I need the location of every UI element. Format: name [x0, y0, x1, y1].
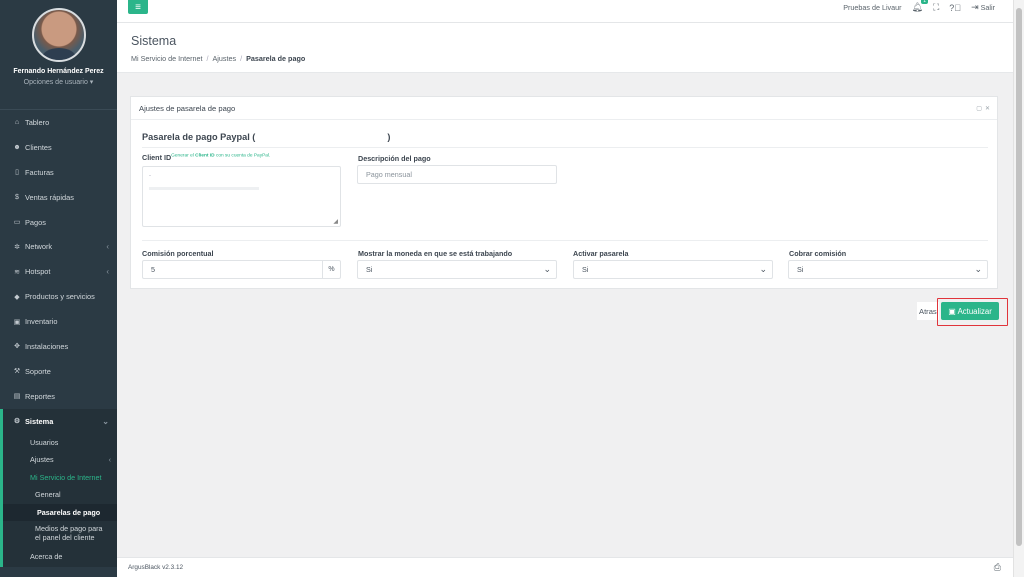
scroll-thumb[interactable]: [1016, 8, 1022, 546]
panel-title: Ajustes de pasarela de pago: [139, 103, 236, 113]
chevron-down-icon: ⌄: [102, 416, 109, 426]
sidebar-sub-acerca[interactable]: Acerca de: [3, 545, 117, 567]
comision-label: Comisión porcentual: [142, 249, 214, 258]
update-button[interactable]: ▣ Actualizar: [941, 302, 999, 320]
bell-icon[interactable]: 🔔︎ 1: [912, 0, 928, 13]
users-icon: ☻: [13, 143, 21, 151]
activar-select[interactable]: Si ⌄: [573, 260, 773, 279]
tag-icon: ◆: [14, 293, 20, 301]
sidebar-nav: ⌂ Tablero ☻ Clientes ▯ Facturas $ Ventas ráp…: [0, 110, 117, 434]
sidebar-item-ventas-rapidas[interactable]: $ Ventas rápidas: [0, 185, 117, 210]
divider: [142, 240, 988, 241]
percent-addon: %: [322, 261, 340, 278]
sidebar-item-hotspot[interactable]: ≋ Hotspot ‹: [0, 259, 117, 284]
scrollbar[interactable]: [1013, 0, 1024, 577]
version-label: ArgusBlack v2.3.12: [128, 564, 184, 571]
descripcion-input[interactable]: Pago mensual: [357, 165, 557, 184]
breadcrumb-current: Pasarela de pago: [246, 54, 306, 63]
breadcrumb: Mi Servicio de Internet / Ajustes / Pasarela…: [131, 54, 306, 63]
top-right-actions: Pruebas de Livaur 🔔︎ 1 ⛶ ?⃝ ⇥ Salir: [843, 0, 995, 15]
moneda-label: Mostrar la moneda en que se está trabaja…: [358, 249, 513, 258]
sidebar-item-soporte[interactable]: ⚒ Soporte: [0, 359, 117, 384]
sidebar-item-reportes[interactable]: ▤ Reportes: [0, 384, 117, 409]
network-icon: ✲: [14, 243, 20, 251]
sidebar-item-sistema[interactable]: ⚙ Sistema ⌄: [0, 408, 117, 434]
breadcrumb-item[interactable]: Ajustes: [213, 54, 237, 63]
sidebar-sub-usuarios[interactable]: Usuarios: [3, 434, 117, 452]
chevron-down-icon: ⌄: [543, 264, 551, 274]
client-id-hint[interactable]: Generar el Client ID con su cuenta de Pa…: [171, 154, 270, 159]
save-icon: ▣: [948, 306, 956, 316]
panel-tools: ▢ ✕: [976, 105, 990, 112]
footer: ArgusBlack v2.3.12 ⎙: [117, 557, 1013, 577]
cobrar-select[interactable]: Si ⌄: [788, 260, 988, 279]
sidebar-item-tablero[interactable]: ⌂ Tablero: [0, 110, 117, 135]
comision-input[interactable]: 5%: [142, 260, 341, 279]
chevron-left-icon: ‹: [106, 267, 109, 277]
client-id-textarea[interactable]: - ◢: [142, 166, 341, 227]
sidebar-item-clientes[interactable]: ☻ Clientes: [0, 135, 117, 160]
sidebar-item-instalaciones[interactable]: ✥ Instalaciones: [0, 334, 117, 359]
company-name[interactable]: Pruebas de Livaur: [843, 3, 901, 12]
descripcion-label: Descripción del pago: [358, 154, 431, 163]
moneda-select[interactable]: Si ⌄: [357, 260, 557, 279]
cobrar-label: Cobrar comisión: [789, 249, 847, 258]
collapse-icon[interactable]: ▢: [976, 105, 982, 112]
tools-icon: ✥: [14, 343, 20, 351]
sistema-submenu: Usuarios Ajustes ‹ Mi Servicio de Interne…: [0, 433, 117, 568]
wrench-icon: ⚒: [13, 368, 21, 376]
sidebar-sub-general[interactable]: General: [3, 486, 117, 504]
chevron-left-icon: ‹: [108, 455, 111, 465]
chevron-down-icon: ⌄: [974, 264, 982, 274]
wifi-icon: ≋: [14, 268, 20, 276]
back-button[interactable]: Atras: [917, 302, 939, 320]
report-icon: ▤: [13, 393, 21, 401]
hamburger-icon: ≡: [135, 1, 141, 13]
resize-handle-icon[interactable]: ◢: [333, 218, 338, 225]
avatar[interactable]: [31, 8, 86, 62]
user-name: Fernando Hernández Perez: [13, 68, 104, 75]
logout-icon: ⇥: [971, 2, 979, 12]
close-icon[interactable]: ✕: [985, 105, 990, 112]
logout-link[interactable]: ⇥ Salir: [971, 2, 995, 13]
page-header: Sistema Mi Servicio de Internet / Ajustes /…: [117, 23, 1013, 73]
cogs-icon: ⚙: [13, 418, 21, 426]
sidebar: Fernando Hernández Perez Opciones de usu…: [0, 0, 117, 577]
divider: [142, 147, 988, 148]
breadcrumb-item[interactable]: Mi Servicio de Internet: [131, 54, 203, 63]
panel-header: Ajustes de pasarela de pago ▢ ✕: [131, 97, 997, 120]
sidebar-item-pagos[interactable]: ▭ Pagos: [0, 210, 117, 235]
sidebar-item-network[interactable]: ✲ Network ‹: [0, 234, 117, 259]
page-title: Sistema: [131, 34, 177, 48]
dashboard-icon: ⌂: [14, 118, 20, 126]
printer-icon[interactable]: ⎙: [994, 562, 1001, 573]
sidebar-item-inventario[interactable]: ▣ Inventario: [0, 309, 117, 334]
chevron-left-icon: ‹: [106, 242, 109, 252]
sidebar-sub-pasarelas[interactable]: Pasarelas de pago: [0, 503, 117, 522]
file-icon: ▯: [15, 169, 19, 177]
sidebar-item-productos[interactable]: ◆ Productos y servicios: [0, 284, 117, 309]
notification-badge: 1: [921, 0, 928, 4]
section-title: Pasarela de pago Paypal (): [142, 132, 391, 142]
fullscreen-icon[interactable]: ⛶: [933, 2, 939, 13]
sidebar-item-facturas[interactable]: ▯ Facturas: [0, 160, 117, 185]
activar-label: Activar pasarela: [573, 249, 629, 258]
chevron-down-icon: ⌄: [759, 264, 767, 274]
sidebar-sub-mi-servicio[interactable]: Mi Servicio de Internet: [3, 469, 117, 487]
cubes-icon: ▣: [13, 318, 21, 326]
top-bar: ≡ Pruebas de Livaur 🔔︎ 1 ⛶ ?⃝ ⇥ Salir: [117, 0, 1013, 23]
sidebar-sub-medios-pago[interactable]: Medios de pago para el panel del cliente: [3, 521, 117, 545]
client-id-label: Client IDGenerar el Client ID con su cue…: [142, 153, 271, 162]
dollar-icon: $: [15, 193, 19, 201]
payment-gateway-panel: Ajustes de pasarela de pago ▢ ✕ Pasarela…: [130, 96, 998, 289]
user-profile: Fernando Hernández Perez Opciones de usu…: [0, 0, 117, 110]
user-options-dropdown[interactable]: Opciones de usuario ▾: [24, 78, 94, 86]
menu-toggle-button[interactable]: ≡: [128, 0, 148, 14]
sidebar-sub-ajustes[interactable]: Ajustes ‹: [3, 451, 117, 469]
help-icon[interactable]: ?⃝: [949, 3, 961, 13]
money-icon: ▭: [13, 219, 21, 226]
